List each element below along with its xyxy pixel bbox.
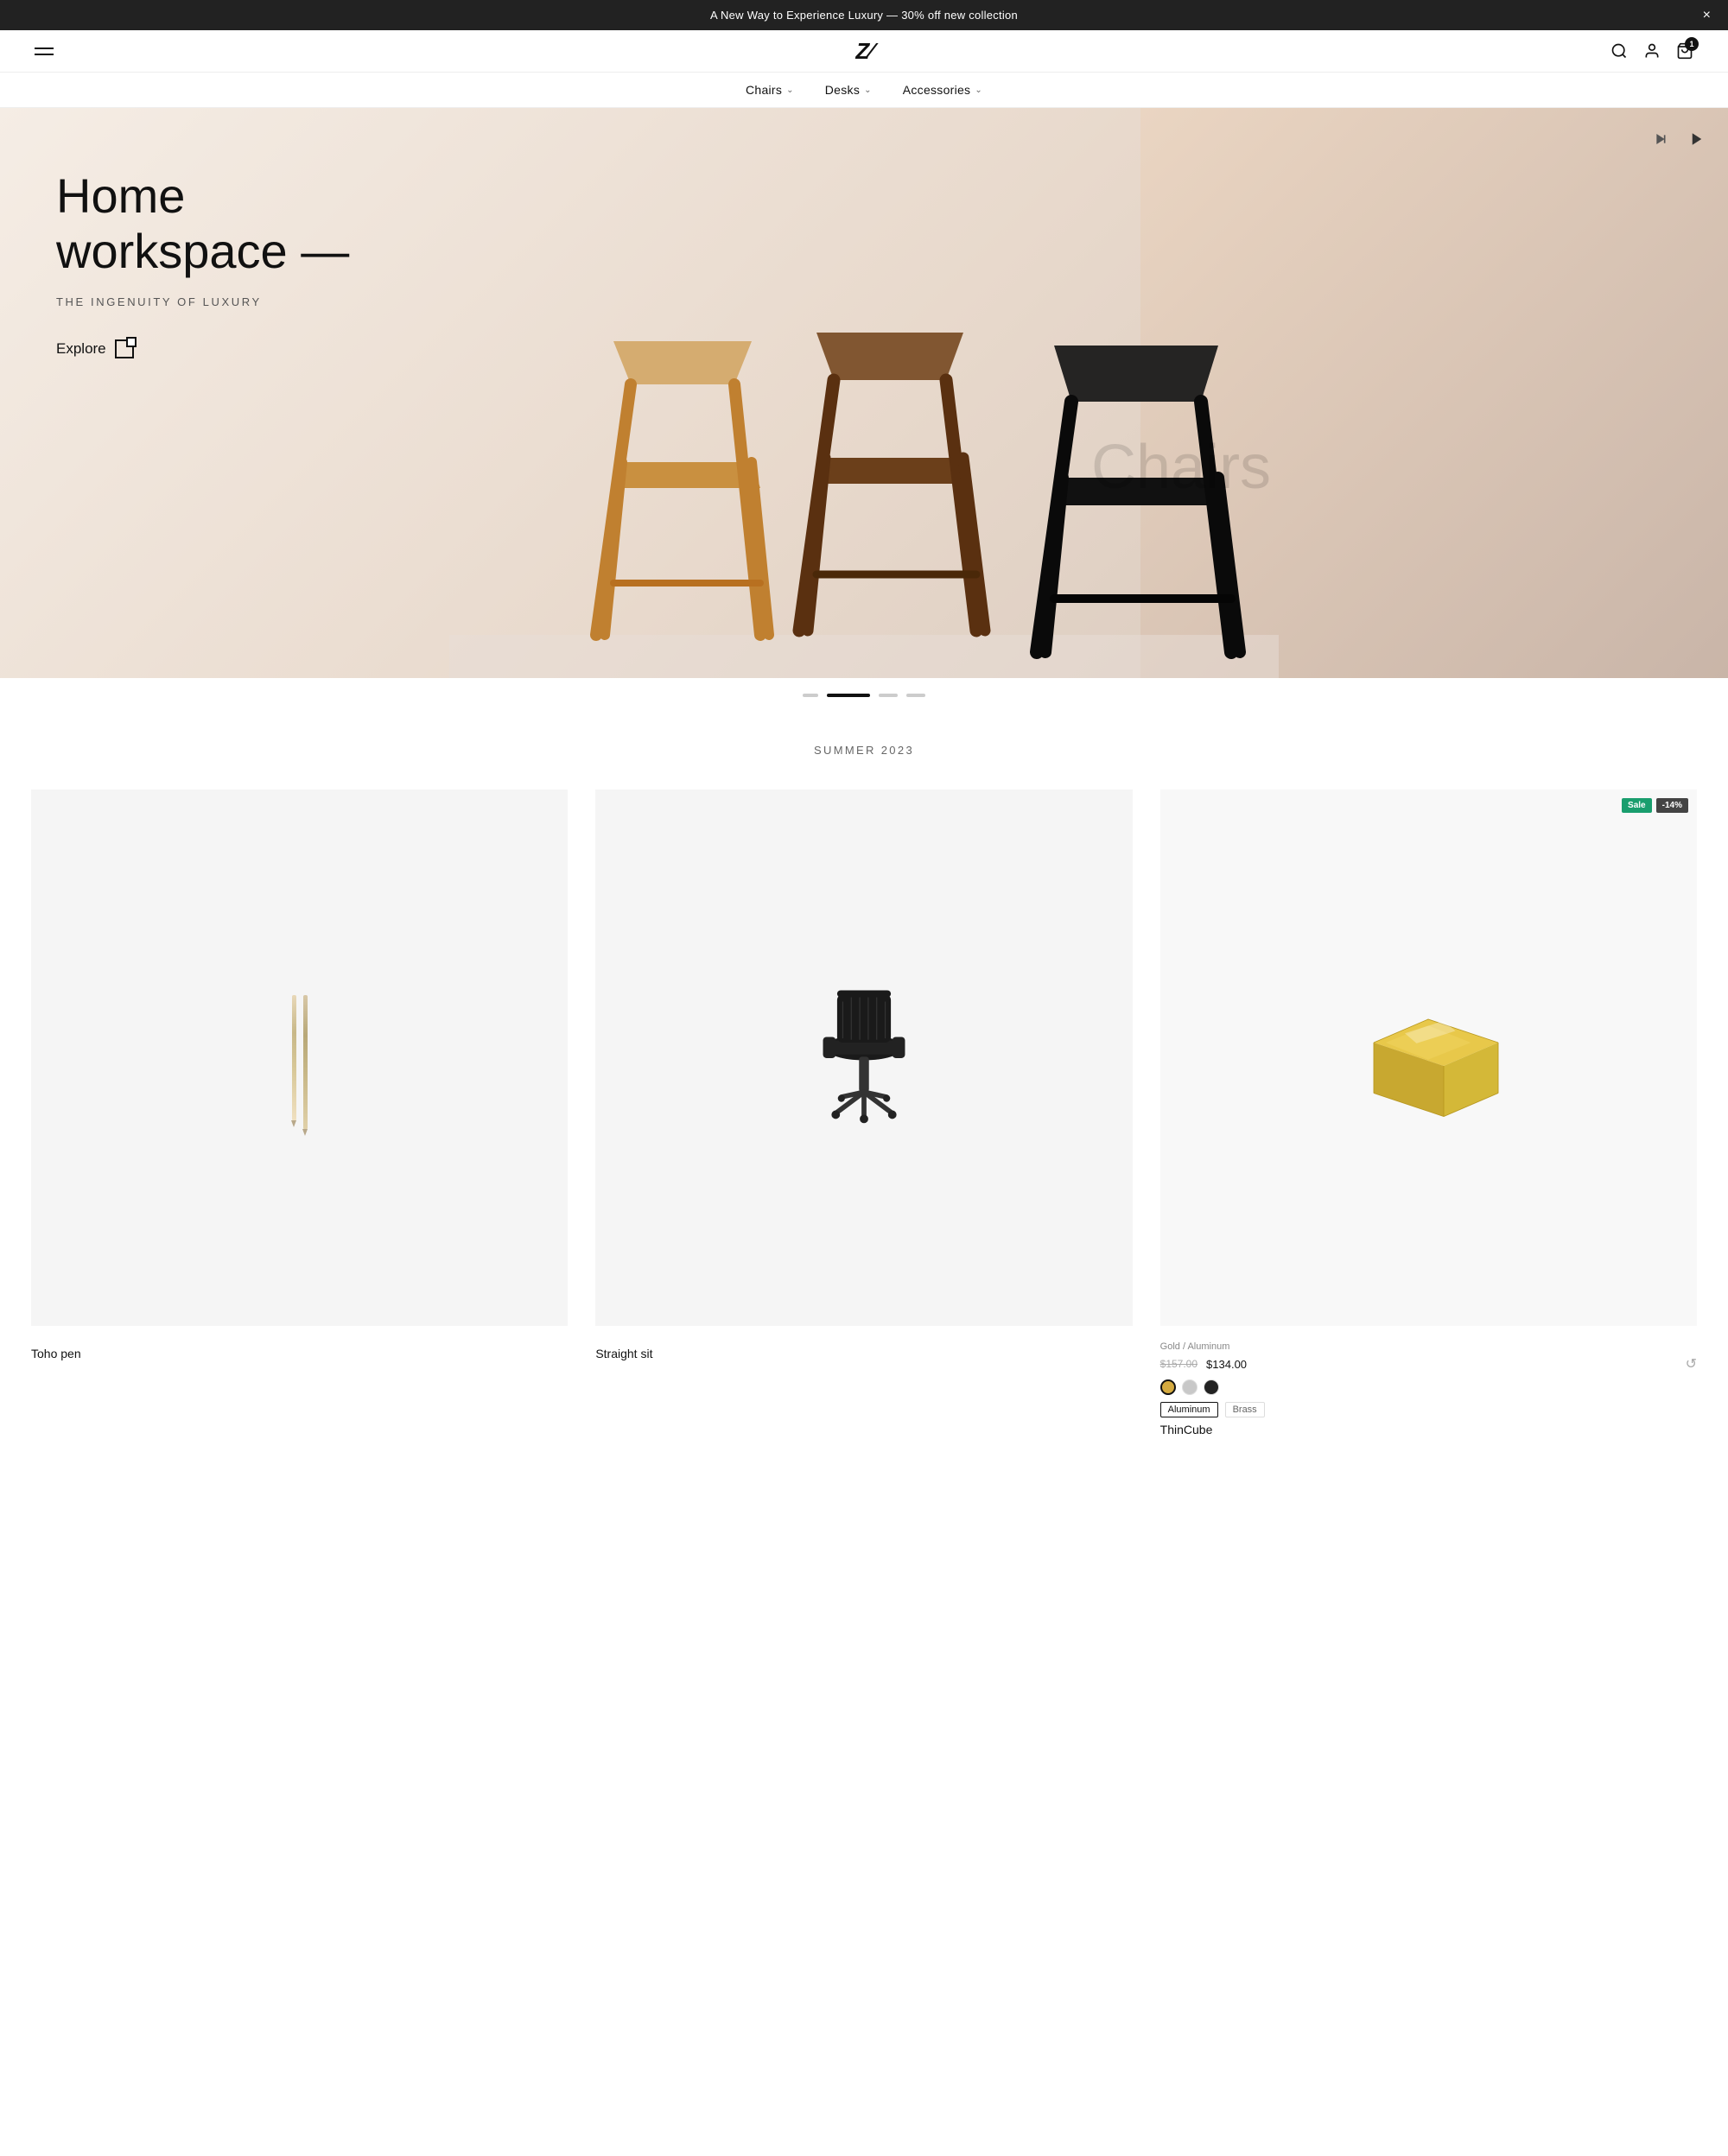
product-card-thincube[interactable]: Sale -14% xyxy=(1147,776,1711,1454)
cart-button[interactable]: 1 xyxy=(1676,42,1693,60)
hamburger-line-1 xyxy=(35,48,54,49)
material-options-thincube: Aluminum Brass xyxy=(1160,1402,1697,1417)
summer-label: SUMMER 2023 xyxy=(0,713,1728,776)
announcement-text: A New Way to Experience Luxury — 30% off… xyxy=(710,9,1018,22)
cart-badge: 1 xyxy=(1685,37,1699,51)
nav-accessories-label: Accessories xyxy=(903,83,971,97)
badge-discount: -14% xyxy=(1656,798,1688,813)
hero-subtitle: THE INGENUITY OF LUXURY xyxy=(56,295,1140,308)
office-chair-svg xyxy=(786,980,942,1136)
product-name-thincube: ThinCube xyxy=(1160,1423,1697,1436)
hero-section: Homeworkspace — THE INGENUITY OF LUXURY … xyxy=(0,108,1728,678)
product-card-straight-sit[interactable]: Straight sit xyxy=(581,776,1146,1454)
wishlist-icon-thincube[interactable]: ↺ xyxy=(1686,1355,1697,1373)
material-opt-brass[interactable]: Brass xyxy=(1225,1402,1265,1417)
cube-svg xyxy=(1342,980,1515,1136)
pen-illustration xyxy=(292,789,308,1326)
chevron-down-icon: ⌄ xyxy=(864,86,872,95)
dot-1[interactable] xyxy=(803,694,818,697)
color-swatch-gold[interactable] xyxy=(1160,1379,1176,1395)
product-image-toho-pen xyxy=(31,789,568,1326)
product-badges: Sale -14% xyxy=(1622,798,1688,813)
hero-play-button[interactable] xyxy=(1683,125,1711,153)
product-info-thincube: Gold / Aluminum $157.00 $134.00 ↺ Alumin… xyxy=(1160,1338,1697,1440)
search-icon xyxy=(1610,42,1628,60)
slider-dots xyxy=(0,678,1728,713)
dot-3[interactable] xyxy=(879,694,898,697)
price-original-thincube: $157.00 xyxy=(1160,1358,1198,1370)
chevron-down-icon: ⌄ xyxy=(786,86,794,95)
price-sale-thincube: $134.00 xyxy=(1206,1358,1247,1371)
header-right: 1 xyxy=(1610,42,1693,60)
announcement-bar: A New Way to Experience Luxury — 30% off… xyxy=(0,0,1728,30)
stop-icon xyxy=(1654,132,1668,146)
product-image-straight-sit xyxy=(595,789,1132,1326)
badge-sale: Sale xyxy=(1622,798,1652,813)
logo[interactable]: Z⁄ xyxy=(855,38,872,65)
header-left xyxy=(35,48,54,55)
explore-button[interactable]: Explore xyxy=(56,339,1140,358)
hero-left-panel: Homeworkspace — THE INGENUITY OF LUXURY … xyxy=(0,108,1140,678)
header: Z⁄ 1 xyxy=(0,30,1728,73)
product-info-toho-pen: Toho pen xyxy=(31,1338,568,1364)
hero-controls xyxy=(1647,125,1711,153)
color-swatch-black[interactable] xyxy=(1204,1379,1219,1395)
hero-stop-button[interactable] xyxy=(1647,125,1674,153)
hamburger-menu-button[interactable] xyxy=(35,48,54,55)
main-nav: Chairs ⌄ Desks ⌄ Accessories ⌄ xyxy=(0,73,1728,108)
nav-chairs-label: Chairs xyxy=(746,83,782,97)
nav-desks-label: Desks xyxy=(825,83,860,97)
explore-label: Explore xyxy=(56,340,106,358)
product-card-toho-pen[interactable]: Toho pen xyxy=(17,776,581,1454)
product-material-thincube: Gold / Aluminum xyxy=(1160,1341,1697,1352)
hamburger-line-2 xyxy=(35,54,54,55)
product-name-straight-sit: Straight sit xyxy=(595,1347,1132,1360)
color-swatch-silver[interactable] xyxy=(1182,1379,1198,1395)
nav-item-chairs[interactable]: Chairs ⌄ xyxy=(746,83,794,97)
product-prices-thincube: $157.00 $134.00 ↺ xyxy=(1160,1355,1697,1373)
logo-text: Z⁄ xyxy=(855,38,872,64)
products-grid: Toho pen xyxy=(0,776,1728,1488)
product-info-straight-sit: Straight sit xyxy=(595,1338,1132,1364)
product-image-thincube: Sale -14% xyxy=(1160,789,1697,1326)
nav-item-desks[interactable]: Desks ⌄ xyxy=(825,83,872,97)
color-swatches-thincube xyxy=(1160,1379,1697,1395)
dot-2[interactable] xyxy=(827,694,870,697)
pen-2 xyxy=(303,995,308,1129)
user-icon xyxy=(1643,42,1661,60)
search-button[interactable] xyxy=(1610,42,1628,60)
nav-item-accessories[interactable]: Accessories ⌄ xyxy=(903,83,982,97)
product-name-toho-pen: Toho pen xyxy=(31,1347,568,1360)
dot-4[interactable] xyxy=(906,694,925,697)
chevron-down-icon: ⌄ xyxy=(975,86,982,95)
material-opt-aluminum[interactable]: Aluminum xyxy=(1160,1402,1218,1417)
explore-icon xyxy=(115,339,134,358)
play-icon xyxy=(1689,131,1705,147)
hero-title: Homeworkspace — xyxy=(56,168,1140,280)
pen-1 xyxy=(292,995,296,1120)
announcement-close-button[interactable]: × xyxy=(1703,9,1711,22)
account-button[interactable] xyxy=(1643,42,1661,60)
